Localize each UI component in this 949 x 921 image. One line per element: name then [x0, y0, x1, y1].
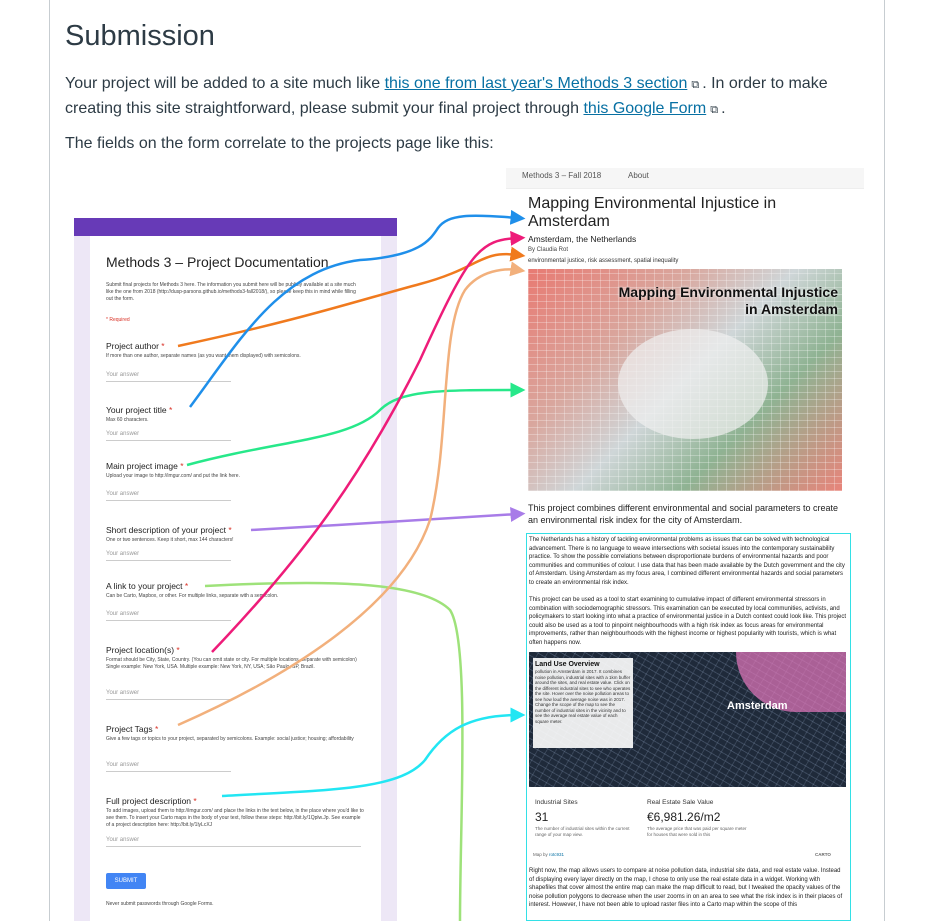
question-full: Full project description * [106, 796, 197, 806]
question-short: Short description of your project * [106, 525, 232, 535]
form-intro: Submit final projects for Methods 3 here… [106, 282, 356, 302]
nav-about-link[interactable]: About [628, 169, 649, 183]
methods3-site-link[interactable]: this one from last year's Methods 3 sect… [385, 75, 688, 92]
question-link: A link to your project * [106, 581, 189, 591]
full-answer-field[interactable]: Your answer [106, 837, 361, 847]
question-tags-help: Give a few tags or topics to your projec… [106, 736, 354, 742]
question-title: Your project title * [106, 405, 173, 415]
project-author: By Claudia Rot [528, 247, 569, 253]
title-answer-field[interactable]: Your answer [106, 431, 231, 441]
short-description: This project combines different environm… [528, 503, 838, 525]
question-link-help: Can be Carto, Mapbox, or other. For mult… [106, 593, 279, 599]
description-paragraph-1: The Netherlands has a history of tacklin… [529, 537, 845, 586]
project-title: Mapping Environmental Injustice in Amste… [528, 195, 777, 230]
question-location-help: Format should be City, State, Country. (… [106, 657, 357, 670]
required-note: * Required [106, 317, 130, 323]
intro-text-end: . [721, 100, 726, 117]
intro-text: Your project will be added to a site muc… [65, 75, 385, 92]
main-image-title: Mapping Environmental Injustice in Amste… [618, 284, 838, 317]
question-title-help: Max 60 characters. [106, 417, 149, 423]
widget-industrial-sites: Industrial Sites 31 The number of indust… [535, 799, 630, 837]
google-form-link[interactable]: this Google Form [583, 100, 706, 117]
form-footer: Never submit passwords through Google Fo… [106, 901, 214, 907]
page-title: Submission [65, 20, 215, 52]
description-paragraph-3: Right now, the map allows users to compa… [529, 868, 843, 908]
question-full-help: To add images, upload them to http://img… [106, 808, 364, 828]
main-project-image: Mapping Environmental Injustice in Amste… [528, 269, 842, 491]
correlate-paragraph: The fields on the form correlate to the … [65, 135, 494, 152]
form-title: Methods 3 – Project Documentation [106, 254, 329, 270]
description-paragraph-2: This project can be used as a tool to st… [529, 597, 847, 646]
question-location: Project location(s) * [106, 645, 180, 655]
image-answer-field[interactable]: Your answer [106, 491, 231, 501]
carto-embed-map[interactable]: Amsterdam Land Use Overview pollution in… [529, 652, 846, 787]
intro-paragraph: Your project will be added to a site muc… [65, 72, 865, 122]
external-link-icon: ⧉ [710, 104, 719, 116]
project-tags: environmental justice, risk assessment, … [528, 258, 679, 264]
nav-site-link[interactable]: Methods 3 – Fall 2018 [522, 169, 601, 183]
form-submit-button[interactable]: SUBMIT [106, 873, 146, 889]
author-answer-field[interactable]: Your answer [106, 372, 231, 382]
short-answer-field[interactable]: Your answer [106, 551, 231, 561]
map-credit: Map by rotc931 CARTO [533, 852, 831, 857]
widget-real-estate: Real Estate Sale Value €6,981.26/m2 The … [647, 799, 747, 837]
question-tags: Project Tags * [106, 724, 159, 734]
form-header-bar [74, 218, 397, 236]
link-answer-field[interactable]: Your answer [106, 611, 231, 621]
question-short-help: One or two sentences. Keep it short, max… [106, 537, 234, 543]
tags-answer-field[interactable]: Your answer [106, 762, 231, 772]
project-page-image: Methods 3 – Fall 2018 About Mapping Envi… [506, 168, 864, 921]
question-author-help: If more than one author, separate names … [106, 353, 301, 359]
project-nav: Methods 3 – Fall 2018 About [506, 168, 864, 189]
external-link-icon: ⧉ [691, 79, 700, 91]
location-answer-field[interactable]: Your answer [106, 690, 231, 700]
question-image-help: Upload your image to http://imgur.com/ a… [106, 473, 240, 479]
land-use-panel: Land Use Overview pollution in Amsterdam… [533, 658, 633, 748]
question-image: Main project image * [106, 461, 184, 471]
project-location: Amsterdam, the Netherlands [528, 234, 637, 244]
full-description-box: The Netherlands has a history of tacklin… [526, 533, 851, 921]
question-author: Project author * [106, 341, 165, 351]
embed-city-label: Amsterdam [727, 700, 788, 712]
